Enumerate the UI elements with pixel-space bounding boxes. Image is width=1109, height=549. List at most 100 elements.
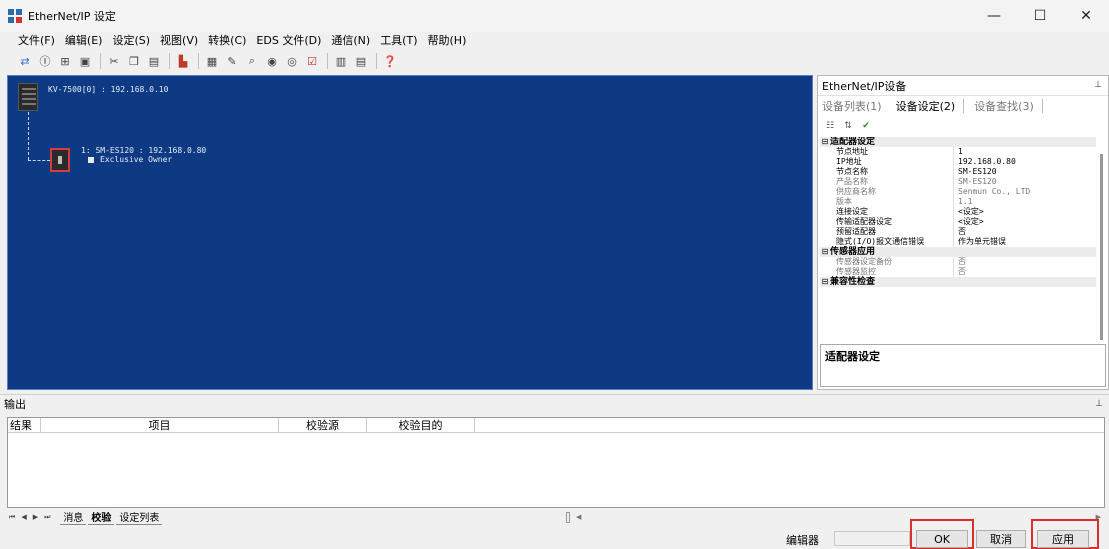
toolbar-separator [376, 53, 377, 69]
connection-line [28, 160, 50, 161]
tab-setting-list[interactable]: 设定列表 [116, 509, 163, 525]
device-icon[interactable]: ▙ [174, 52, 192, 70]
property-row[interactable]: 隐式(I/O)报文通信错误 作为单元错误 [820, 237, 1096, 247]
panel-title: EtherNet/IP设备 [822, 79, 907, 93]
pin-icon[interactable]: ⊥ [1094, 80, 1102, 90]
last-tab-icon[interactable]: ⏭ [44, 513, 50, 522]
cancel-button[interactable]: 取消 [976, 530, 1026, 548]
property-row[interactable]: 预留适配器否 [820, 227, 1096, 237]
status-mode: 编辑器 [786, 534, 819, 547]
table-icon[interactable]: ▤ [352, 52, 370, 70]
device-connection[interactable]: Exclusive Owner [88, 155, 172, 164]
scroll-left-icon[interactable]: ◀ [576, 513, 581, 521]
horizontal-scrollbar[interactable]: ◀ ▶ [566, 510, 1101, 524]
collapse-icon[interactable]: ⊟ [820, 277, 830, 287]
connect-icon[interactable]: ⇄ [16, 52, 34, 70]
tab-device-settings[interactable]: 设备设定(2) [896, 98, 956, 114]
prev-tab-icon[interactable]: ◀ [21, 513, 26, 522]
close-button[interactable]: ✕ [1063, 0, 1109, 32]
plc-label[interactable]: KV-7500[0] : 192.168.0.10 [48, 85, 168, 94]
pen-icon[interactable]: ✎ [223, 52, 241, 70]
property-row[interactable]: 连接设定 <设定> [820, 207, 1096, 217]
pin-icon[interactable]: ⊥ [1095, 399, 1103, 409]
property-row[interactable]: 节点名称 SM-ES120 [820, 167, 1096, 177]
tab-messages[interactable]: 消息 [60, 509, 87, 525]
collapse-icon[interactable]: ⊟ [820, 247, 830, 257]
first-tab-icon[interactable]: ⏮ [9, 513, 15, 522]
monitor-icon[interactable]: ◎ [283, 52, 301, 70]
scrollbar[interactable] [1100, 154, 1103, 340]
col-target[interactable]: 校验目的 [367, 418, 475, 432]
plc-icon[interactable] [18, 83, 38, 111]
menu-tools[interactable]: 工具(T) [380, 32, 417, 48]
category-sensor[interactable]: ⊟ 传感器应用 [820, 247, 1096, 257]
status-cell [834, 531, 910, 546]
ok-button[interactable]: OK [916, 530, 968, 548]
col-item[interactable]: 项目 [41, 418, 279, 432]
toolbar: ⇄ Ⓘ ⊞ ▣ ✂ ❐ ▤ ▙ ▦ ✎ ⌕ ◉ ◎ ☑ ▥ ▤ ❓ [0, 50, 1109, 72]
property-row[interactable]: 产品名称 SM-ES120 [820, 177, 1096, 187]
info-icon[interactable]: Ⓘ [36, 52, 54, 70]
help-icon[interactable]: ❓ [381, 52, 399, 70]
cut-icon[interactable]: ✂ [105, 52, 123, 70]
network-canvas[interactable]: KV-7500[0] : 192.168.0.10 1: SM-ES120 : … [7, 75, 813, 390]
search-icon[interactable]: ⌕ [243, 52, 261, 70]
toolbar-separator [327, 53, 328, 69]
col-result[interactable]: 结果 [8, 418, 41, 432]
col-source[interactable]: 校验源 [279, 418, 367, 432]
network-icon[interactable]: ⊞ [56, 52, 74, 70]
device-node-icon[interactable] [50, 148, 70, 172]
status-bar: 编辑器 OK 取消 应用 [0, 519, 1109, 549]
module-icon[interactable]: ▣ [76, 52, 94, 70]
tab-device-search[interactable]: 设备查找(3) [974, 98, 1034, 114]
check-icon[interactable]: ☑ [303, 52, 321, 70]
toolbar-separator [100, 53, 101, 69]
output-table: 结果 项目 校验源 校验目的 [7, 417, 1105, 508]
property-row[interactable]: IP地址 192.168.0.80 [820, 157, 1096, 167]
maximize-button[interactable]: ☐ [1017, 0, 1063, 32]
connection-line [28, 112, 29, 160]
menu-file[interactable]: 文件(F) [18, 32, 55, 48]
menu-communication[interactable]: 通信(N) [331, 32, 370, 48]
edit-icon[interactable]: ▦ [203, 52, 221, 70]
copy-icon[interactable]: ❐ [125, 52, 143, 70]
menu-eds-file[interactable]: EDS 文件(D) [256, 32, 321, 48]
connection-label: Exclusive Owner [100, 155, 173, 164]
collapse-icon[interactable]: ⊟ [820, 137, 830, 147]
menu-edit[interactable]: 编辑(E) [65, 32, 103, 48]
menu-bar: 文件(F) 编辑(E) 设定(S) 视图(V) 转换(C) EDS 文件(D) … [0, 32, 1109, 48]
category-compat[interactable]: ⊟ 兼容性检查 [820, 277, 1096, 287]
tab-separator [1041, 99, 1043, 113]
online-icon[interactable]: ◉ [263, 52, 281, 70]
paste-icon[interactable]: ▤ [145, 52, 163, 70]
description-box: 适配器设定 [820, 344, 1106, 387]
next-tab-icon[interactable]: ▶ [33, 513, 38, 522]
sort-category-icon[interactable]: ☷ [823, 119, 837, 133]
property-row[interactable]: 传输适配器设定 <设定> [820, 217, 1096, 227]
category-adapter[interactable]: ⊟ 适配器设定 [820, 137, 1096, 147]
title-bar: EtherNet/IP 设定 — ☐ ✕ [0, 0, 1109, 32]
app-icon [8, 9, 22, 23]
minimize-button[interactable]: — [971, 0, 1017, 32]
expand-icon[interactable] [88, 156, 94, 163]
menu-settings[interactable]: 设定(S) [112, 32, 150, 48]
apply-button[interactable]: 应用 [1037, 530, 1089, 548]
menu-convert[interactable]: 转换(C) [208, 32, 246, 48]
property-grid: ⊟ 适配器设定 节点地址 1 IP地址 192.168.0.80 节点名称 SM-ES… [820, 137, 1096, 341]
grid-icon[interactable]: ▥ [332, 52, 350, 70]
menu-view[interactable]: 视图(V) [160, 32, 198, 48]
menu-help[interactable]: 帮助(H) [428, 32, 467, 48]
panel-tabs: 设备列表(1) 设备设定(2) 设备查找(3) [818, 96, 1108, 116]
window-title: EtherNet/IP 设定 [28, 10, 116, 23]
sort-alpha-icon[interactable]: ⇅ [841, 119, 855, 133]
device-label[interactable]: 1: SM-ES120 : 192.168.0.80 [81, 146, 206, 155]
tab-device-list[interactable]: 设备列表(1) [822, 98, 882, 114]
output-table-header: 结果 项目 校验源 校验目的 [8, 418, 1104, 433]
property-row[interactable]: 传感器设定备份否 [820, 257, 1096, 267]
property-row[interactable]: 节点地址 1 [820, 147, 1096, 157]
property-row[interactable]: 版本 1.1 [820, 197, 1096, 207]
properties-icon[interactable]: ✔ [859, 119, 873, 133]
tab-verify[interactable]: 校验 [88, 509, 115, 525]
property-row[interactable]: 传感器监控否 [820, 267, 1096, 277]
property-row[interactable]: 供应商名称 Senmun Co., LTD [820, 187, 1096, 197]
